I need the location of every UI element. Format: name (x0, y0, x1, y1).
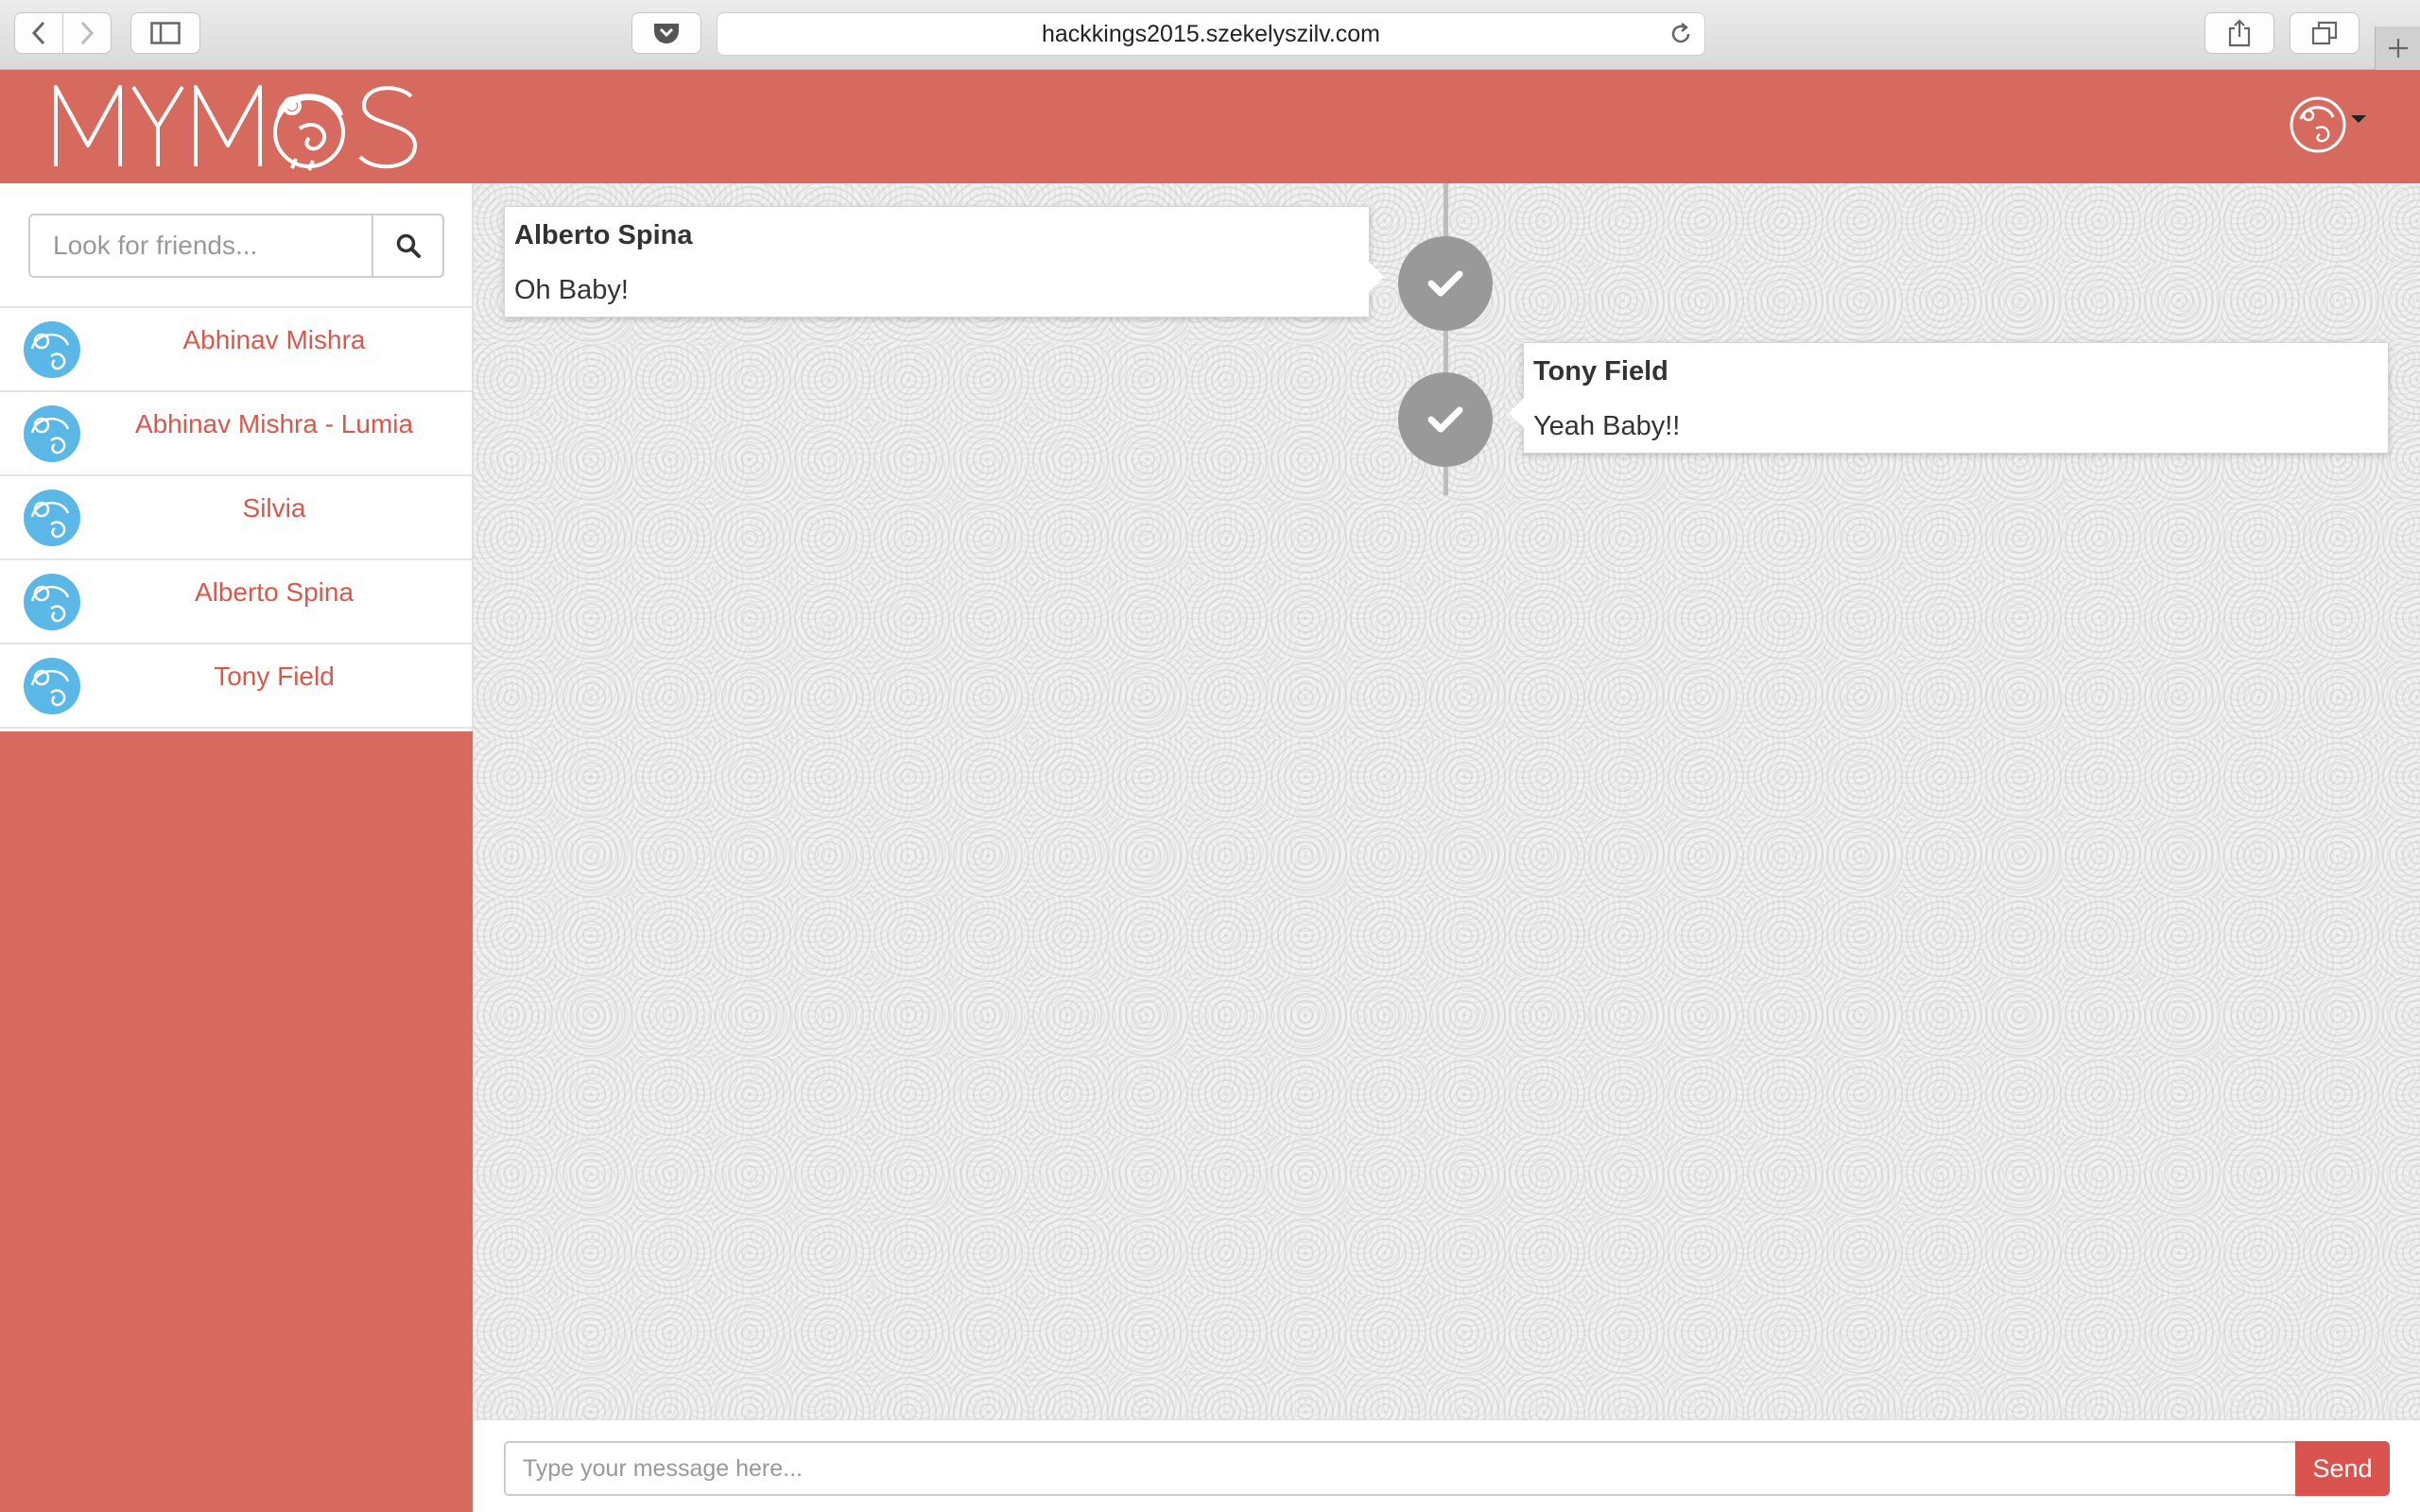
sidebar-icon (150, 22, 181, 44)
friend-name: Silvia (242, 493, 306, 523)
user-avatar-icon (2290, 96, 2346, 153)
message-text: Yeah Baby!! (1533, 411, 1681, 441)
address-bar[interactable]: hackkings2015.szekelyszilv.com (717, 12, 1705, 56)
sidebar: Abhinav Mishra Abhinav Mishra - Lumia Si… (0, 183, 473, 1512)
search-button[interactable] (372, 214, 444, 278)
friend-item[interactable]: Silvia (0, 474, 473, 558)
friend-avatar-icon (24, 321, 80, 378)
friend-name: Tony Field (214, 662, 335, 691)
search-icon (396, 233, 421, 258)
browser-toolbar: hackkings2015.szekelyszilv.com (0, 0, 2420, 70)
friend-avatar-icon (24, 574, 80, 630)
friend-item[interactable]: Alberto Spina (0, 558, 473, 643)
logo-graphic (54, 85, 417, 171)
message-author: Alberto Spina (514, 220, 693, 250)
message-author: Tony Field (1533, 356, 1668, 387)
forward-icon (80, 21, 95, 45)
tabs-icon (2311, 21, 2338, 45)
caret-down-icon (2351, 115, 2366, 123)
sidebar-toggle-button[interactable] (130, 12, 200, 54)
app-header (0, 70, 2420, 183)
forward-button[interactable] (62, 12, 112, 54)
mymos-logo[interactable] (52, 79, 430, 179)
new-tab-icon (2388, 39, 2408, 58)
back-button[interactable] (14, 12, 63, 54)
message-pointer (1509, 398, 1524, 428)
user-menu[interactable] (2288, 94, 2367, 155)
friend-name: Alberto Spina (194, 577, 354, 607)
friend-search (28, 214, 444, 278)
tabs-button[interactable] (2290, 12, 2360, 54)
friends-panel: Abhinav Mishra Abhinav Mishra - Lumia Si… (0, 183, 473, 731)
friend-avatar-icon (24, 490, 80, 546)
friend-item[interactable]: Tony Field (0, 643, 473, 729)
friend-item[interactable]: Abhinav Mishra (0, 306, 473, 390)
message-panel: Tony Field Yeah Baby!! (1509, 342, 2389, 454)
check-icon (1427, 406, 1463, 433)
friend-search-input[interactable] (28, 214, 372, 278)
reload-icon[interactable] (1668, 22, 1693, 46)
friend-avatar-icon (24, 405, 80, 462)
message-pointer (1369, 262, 1384, 292)
message-panel: Alberto Spina Oh Baby! (504, 206, 1384, 318)
url-text: hackkings2015.szekelyszilv.com (1041, 20, 1381, 47)
message-composer: Send (473, 1419, 2420, 1512)
friend-name: Abhinav Mishra - Lumia (134, 409, 414, 438)
chat-timeline: Alberto Spina Oh Baby! Tony Field Yeah B… (473, 183, 2420, 1419)
friend-name: Abhinav Mishra (182, 325, 366, 354)
check-icon (1427, 270, 1463, 297)
friend-list: Abhinav Mishra Abhinav Mishra - Lumia Si… (0, 306, 473, 729)
back-icon (31, 21, 45, 45)
share-button[interactable] (2204, 12, 2274, 54)
new-tab-button[interactable] (2375, 26, 2420, 70)
message-input[interactable] (504, 1441, 2295, 1496)
message-text: Oh Baby! (514, 275, 629, 305)
message-status-badge (1398, 372, 1493, 467)
pocket-icon (654, 24, 679, 43)
friend-item[interactable]: Abhinav Mishra - Lumia (0, 390, 473, 474)
pocket-button[interactable] (631, 12, 701, 54)
friend-avatar-icon (24, 658, 80, 714)
send-button[interactable]: Send (2295, 1441, 2390, 1496)
message-status-badge (1398, 236, 1493, 331)
share-icon (2228, 19, 2251, 47)
